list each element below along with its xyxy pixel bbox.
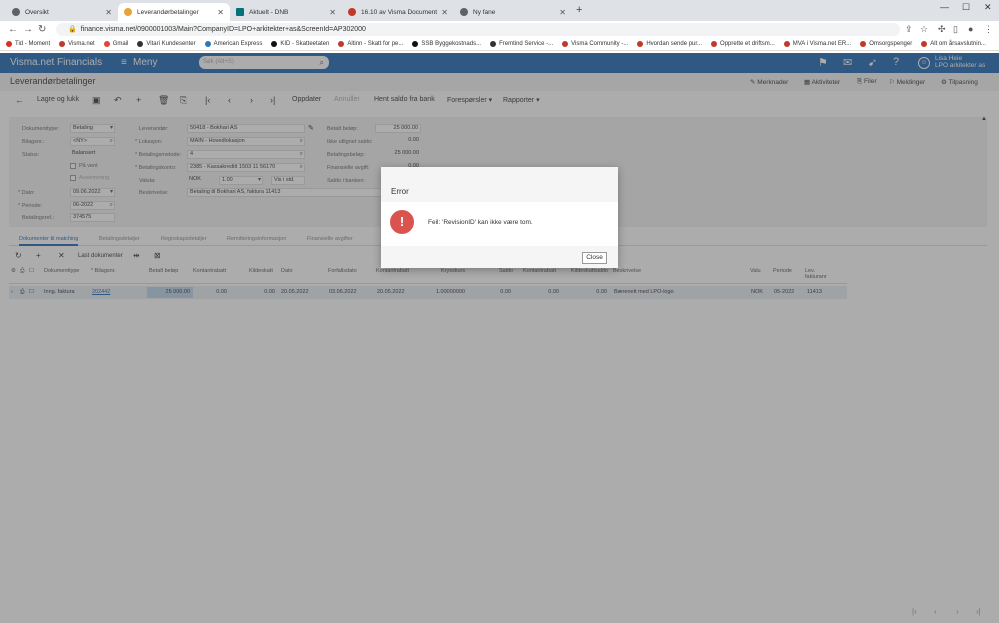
bookmark[interactable]: Hvordan sende pur...	[637, 41, 702, 47]
bookmark[interactable]: Alt om årsavslutnin...	[921, 41, 986, 47]
extensions-icon[interactable]: ✣	[938, 24, 946, 35]
bookmark-icon	[59, 41, 66, 47]
bookmark-icon	[637, 41, 644, 47]
bookmark[interactable]: Tid - Moment	[6, 41, 50, 47]
browser-tab-leverandorbetalinger[interactable]: Leverandørbetalinger ✕	[118, 3, 230, 21]
error-icon: !	[390, 210, 414, 234]
minimize-icon[interactable]: —	[940, 2, 949, 12]
bookmark-icon	[711, 41, 718, 47]
dialog-title: Error	[391, 187, 409, 196]
bookmark-icon	[6, 41, 12, 47]
bookmark[interactable]: MVA i Visma.net ER...	[783, 41, 851, 47]
profile-icon[interactable]: ●	[968, 24, 973, 34]
bookmark[interactable]: Gmail	[103, 41, 128, 47]
globe-icon	[460, 8, 468, 16]
close-icon[interactable]: ✕	[441, 8, 448, 17]
bookmark-icon	[271, 41, 278, 47]
window-close-icon[interactable]: ✕	[984, 2, 992, 13]
forward-icon[interactable]: →	[23, 24, 33, 35]
visma-icon	[348, 8, 356, 16]
close-button[interactable]: Close	[582, 252, 607, 264]
new-tab-button[interactable]: +	[576, 4, 582, 16]
bookmark-icon	[783, 41, 790, 47]
bookmark[interactable]: Altinn - Skatt for pe...	[338, 41, 403, 47]
bookmark[interactable]: SSB Byggekostnads...	[412, 41, 481, 47]
bookmarks-bar: Tid - Moment Visma.net Gmail Vitari Kund…	[0, 38, 999, 51]
bookmark[interactable]: KID - Skatteetaten	[271, 41, 329, 47]
address-bar: ← → ↻ 🔒 finance.visma.net/0900001003/Main…	[0, 21, 999, 38]
error-dialog: Error ! Feil: 'RevisionID' kan ikke være…	[381, 167, 618, 268]
globe-icon	[12, 8, 20, 16]
maximize-icon[interactable]: ☐	[962, 2, 970, 13]
error-message: Feil: 'RevisionID' kan ikke være tom.	[428, 219, 533, 226]
bookmark[interactable]: American Express	[204, 41, 262, 47]
bookmark-icon	[204, 41, 211, 47]
dnb-icon	[236, 8, 244, 16]
bookmark[interactable]: Omsorgspenger	[860, 41, 912, 47]
bookmark-icon	[412, 41, 419, 47]
browser-tab-strip: Oversikt ✕ Leverandørbetalinger ✕ Aktuel…	[0, 0, 999, 21]
close-icon[interactable]: ✕	[329, 8, 336, 17]
browser-tab-ny-fane[interactable]: Ny fane ✕	[454, 3, 572, 21]
browser-menu-icon[interactable]: ⋮	[984, 24, 993, 35]
bookmark-icon	[490, 41, 497, 47]
url-input[interactable]: 🔒 finance.visma.net/0900001003/Main?Compa…	[56, 23, 900, 36]
browser-tab-oversikt[interactable]: Oversikt ✕	[6, 3, 118, 21]
bookmark[interactable]: Visma Community -...	[562, 41, 628, 47]
bookmark[interactable]: Vitari Kundesenter	[137, 41, 196, 47]
modal-overlay	[0, 53, 999, 623]
gmail-icon	[103, 41, 110, 47]
browser-tab-dnb[interactable]: Aktuelt - DNB ✕	[230, 3, 342, 21]
visma-icon	[124, 8, 132, 16]
bookmark[interactable]: Fremtind Service -...	[490, 41, 553, 47]
back-icon[interactable]: ←	[8, 24, 18, 35]
bookmark-icon	[338, 41, 345, 47]
dialog-header	[381, 167, 618, 202]
close-icon[interactable]: ✕	[217, 8, 224, 17]
share-icon[interactable]: ⇪	[905, 24, 913, 35]
sidepanel-icon[interactable]: ▯	[953, 24, 958, 35]
star-icon[interactable]: ☆	[920, 24, 928, 35]
close-icon[interactable]: ✕	[105, 8, 112, 17]
bookmark-icon	[562, 41, 569, 47]
bookmark-icon	[921, 41, 928, 47]
bookmark[interactable]: Visma.net	[59, 41, 95, 47]
close-icon[interactable]: ✕	[559, 8, 566, 17]
browser-tab-visma-document-center[interactable]: 16.10 av Visma Document Center ✕	[342, 3, 454, 21]
bookmark[interactable]: Opprette et driftsm...	[711, 41, 775, 47]
bookmark-icon	[137, 41, 144, 47]
lock-icon: 🔒	[68, 26, 77, 33]
bookmark-icon	[860, 41, 867, 47]
reload-icon[interactable]: ↻	[38, 24, 46, 35]
